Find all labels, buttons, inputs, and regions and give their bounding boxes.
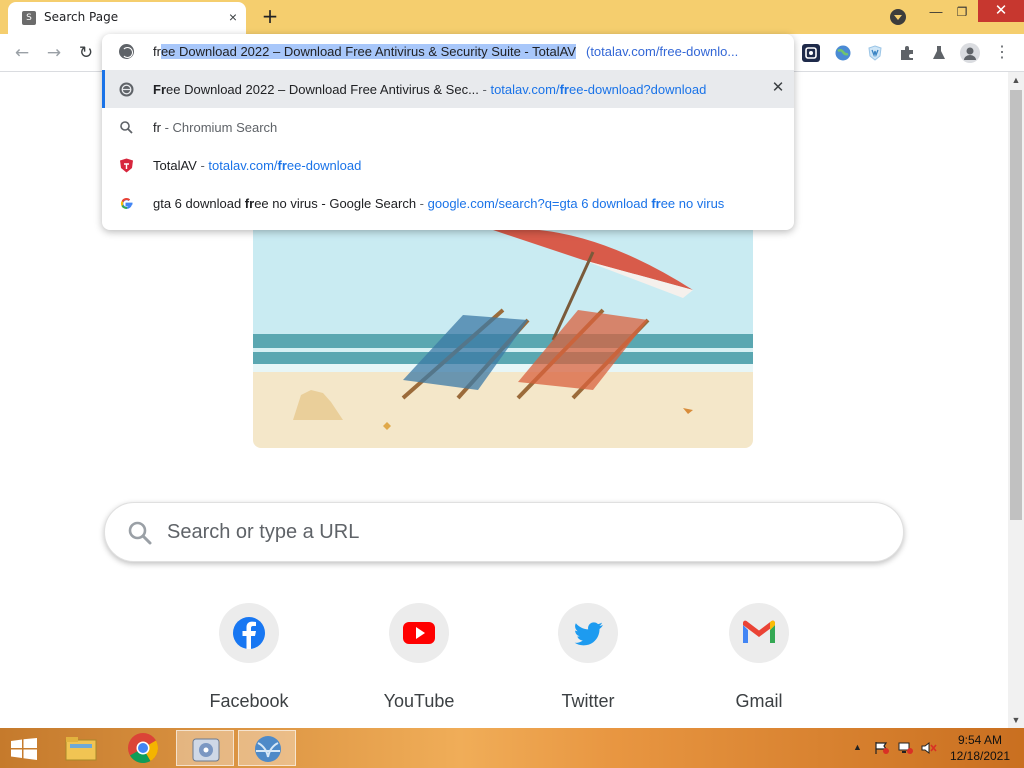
remove-suggestion-icon[interactable]: ✕ <box>769 79 787 97</box>
autocomplete-url-hint: (totalav.com/free-downlo... <box>585 44 739 59</box>
shortcut-label: Twitter <box>561 691 615 711</box>
taskbar-clock-date[interactable]: 12/18/2021 <box>940 749 1020 763</box>
new-tab-button[interactable]: + <box>258 5 282 29</box>
back-button[interactable]: ← <box>10 41 34 65</box>
windows-taskbar: ▲ 9:54 AM 12/18/2021 <box>0 728 1024 768</box>
reload-button[interactable]: ↻ <box>74 41 98 65</box>
restore-button[interactable]: ❐ <box>950 4 974 24</box>
windows-start-button[interactable] <box>10 738 38 760</box>
browser-menu-button[interactable]: ⋮ <box>994 42 1010 64</box>
autocomplete-selection: ee Download 2022 – Download Free Antivir… <box>160 44 576 59</box>
file-explorer-icon[interactable] <box>52 730 110 766</box>
tab-close-icon[interactable]: × <box>224 8 242 26</box>
title-bar: S Search Page × + — ❐ ✕ <box>0 0 1024 34</box>
close-window-button[interactable]: ✕ <box>978 0 1024 22</box>
puzzle-extensions-icon[interactable] <box>898 44 916 62</box>
suggestion-text: Free Download 2022 – Download Free Antiv… <box>153 82 707 97</box>
network-status-icon[interactable] <box>898 741 914 755</box>
suggestion-text: TotalAV - totalav.com/free-download <box>153 158 362 173</box>
suggestion-row[interactable]: TotalAV - totalav.com/free-download <box>102 146 794 184</box>
tab-title: Search Page <box>44 10 119 24</box>
suggestion-text: gta 6 download free no virus - Google Se… <box>153 196 725 211</box>
profile-avatar-icon[interactable] <box>960 43 980 63</box>
twitter-icon <box>558 603 618 663</box>
taskbar-clock-time[interactable]: 9:54 AM <box>940 733 1020 747</box>
gmail-icon <box>729 603 789 663</box>
facebook-icon <box>219 603 279 663</box>
globe-extension-icon[interactable] <box>834 44 852 62</box>
suggestion-row[interactable]: Free Download 2022 – Download Free Antiv… <box>102 70 794 108</box>
address-bar[interactable]: free Download 2022 – Download Free Antiv… <box>102 34 794 70</box>
shortcut-gmail[interactable]: Gmail <box>694 603 824 718</box>
address-input-text[interactable]: free Download 2022 – Download Free Antiv… <box>153 44 738 59</box>
media-app-icon[interactable] <box>176 730 234 766</box>
qr-icon[interactable] <box>802 44 820 62</box>
search-placeholder: Search or type a URL <box>167 521 360 543</box>
suggestion-row[interactable]: gta 6 download free no virus - Google Se… <box>102 184 794 222</box>
shortcut-facebook[interactable]: Facebook <box>184 603 314 718</box>
action-center-flag-icon[interactable] <box>874 741 890 755</box>
forward-button[interactable]: → <box>42 41 66 65</box>
totalav-shield-icon <box>119 158 134 173</box>
tab-favicon-icon: S <box>22 11 36 25</box>
volume-muted-icon[interactable] <box>921 741 937 755</box>
shortcut-twitter[interactable]: Twitter <box>523 603 653 718</box>
screen: S Search Page × + — ❐ ✕ ← → ↻ ⋮ free Dow… <box>0 0 1024 768</box>
search-icon <box>127 520 153 546</box>
scroll-down-arrow-icon[interactable]: ▼ <box>1008 712 1024 728</box>
shield-extension-icon[interactable] <box>866 44 884 62</box>
typed-text: fr <box>153 44 161 59</box>
ntp-search-box[interactable]: Search or type a URL <box>104 502 904 562</box>
site-info-globe-icon[interactable] <box>119 44 134 59</box>
browser-tab[interactable]: S Search Page × <box>8 2 246 34</box>
shortcut-youtube[interactable]: YouTube <box>354 603 484 718</box>
globe-icon <box>119 82 134 97</box>
omnibox-dropdown: free Download 2022 – Download Free Antiv… <box>102 34 794 230</box>
search-icon <box>119 120 134 135</box>
google-g-icon <box>119 196 134 211</box>
shortcut-label: Facebook <box>209 691 289 711</box>
youtube-icon <box>389 603 449 663</box>
shortcut-label: YouTube <box>383 691 455 711</box>
shortcut-label: Gmail <box>735 691 783 711</box>
suggestion-row[interactable]: fr - Chromium Search <box>102 108 794 146</box>
network-app-icon[interactable] <box>238 730 296 766</box>
tab-search-icon[interactable] <box>890 9 906 25</box>
beach-hero-image <box>253 230 753 448</box>
scrollbar-thumb[interactable] <box>1010 90 1022 520</box>
lab-flask-icon[interactable] <box>930 44 948 62</box>
suggestion-text: fr - Chromium Search <box>153 120 278 135</box>
chrome-icon[interactable] <box>114 730 172 766</box>
minimize-button[interactable]: — <box>924 4 948 24</box>
scroll-up-arrow-icon[interactable]: ▲ <box>1008 72 1024 88</box>
show-hidden-icons-button[interactable]: ▲ <box>853 742 862 752</box>
